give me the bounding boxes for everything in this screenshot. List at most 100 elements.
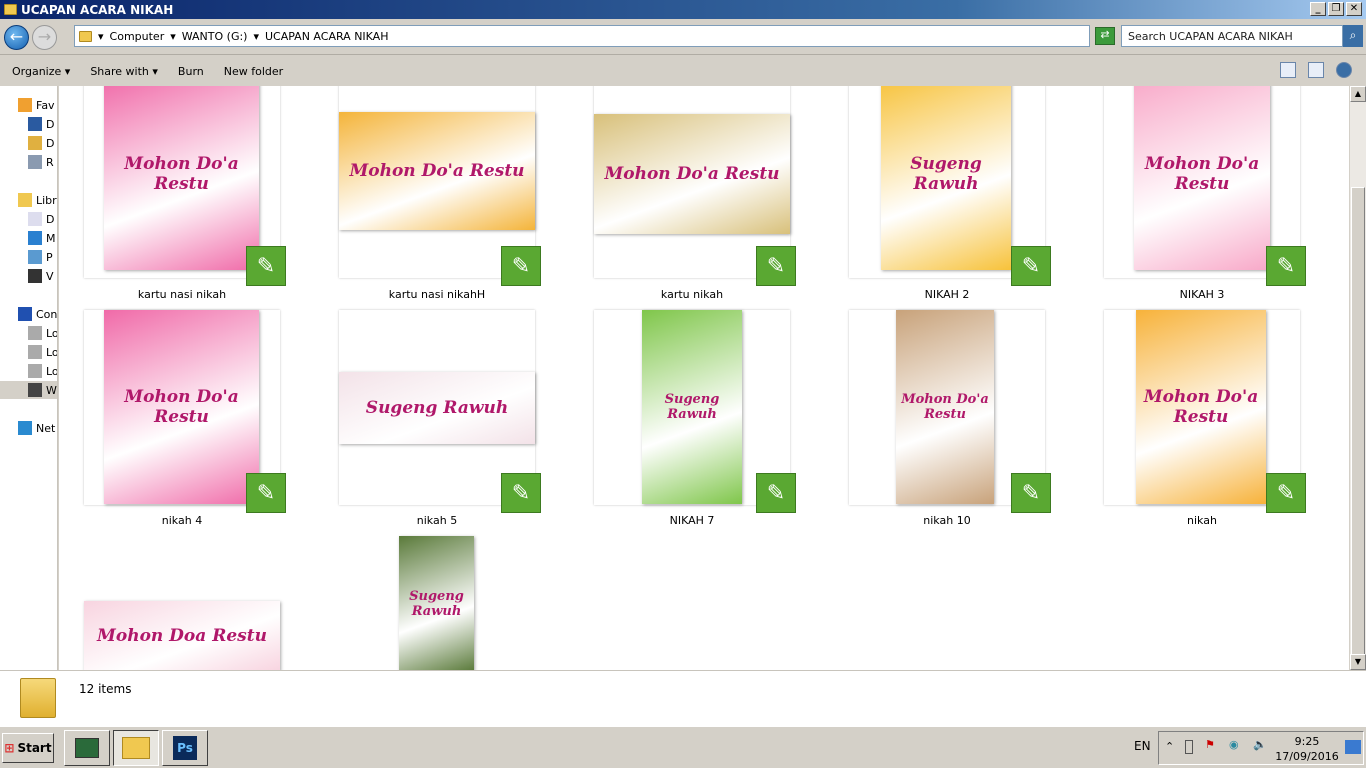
desktop-icon <box>28 117 42 131</box>
taskbar-computer-button[interactable] <box>64 730 110 766</box>
sidebar-item[interactable]: Fav <box>0 96 57 114</box>
thumbnail-text: Mohon Do'a Restu <box>349 161 525 181</box>
chevron-icon[interactable]: ▾ <box>170 30 176 43</box>
details-pane: 12 items <box>0 670 1366 726</box>
window-title: UCAPAN ACARA NIKAH <box>21 2 174 17</box>
thumbnail-text: Mohon Do'a Restu <box>1143 387 1259 427</box>
sidebar-item-label: Fav <box>36 98 55 112</box>
sidebar-item[interactable]: Lo <box>0 362 57 380</box>
sidebar-item[interactable]: D <box>0 115 57 133</box>
recent-places-icon <box>28 155 42 169</box>
title-bar: UCAPAN ACARA NIKAH _ ❐ ✕ <box>0 0 1366 19</box>
sidebar-item-label: Net <box>36 421 56 435</box>
file-thumbnail[interactable]: Sugeng Rawuh <box>399 536 474 670</box>
star-icon <box>18 98 32 112</box>
preview-pane-icon[interactable] <box>1308 62 1324 78</box>
sidebar-item[interactable]: Libr <box>0 191 57 209</box>
search-input[interactable]: Search UCAPAN ACARA NIKAH <box>1121 25 1343 47</box>
file-thumbnail[interactable]: Mohon Doa Restu <box>84 601 280 670</box>
action-center-icon[interactable]: ⚑ <box>1205 738 1215 751</box>
file-thumbnail[interactable]: Mohon Do'a Restu <box>594 114 790 234</box>
sidebar-item[interactable]: P <box>0 248 57 266</box>
sidebar-item[interactable]: V <box>0 267 57 285</box>
taskbar: ⊞ Start Ps EN ⌃ ⚑ ◉ 🔈 9:25 17/09/2016 <box>0 726 1366 768</box>
help-icon[interactable] <box>1336 62 1352 78</box>
sidebar-item[interactable]: M <box>0 229 57 247</box>
taskbar-photoshop-button[interactable]: Ps <box>162 730 208 766</box>
scroll-down-button[interactable]: ▼ <box>1350 654 1366 670</box>
network-icon <box>18 421 32 435</box>
sidebar-item[interactable]: Lo <box>0 343 57 361</box>
start-label: Start <box>17 741 52 755</box>
thumbnail-text: Sugeng Rawuh <box>409 588 464 619</box>
network-icon[interactable]: ◉ <box>1229 738 1239 751</box>
taskbar-explorer-button[interactable] <box>113 730 159 766</box>
scroll-thumb[interactable] <box>1351 187 1365 672</box>
folder-icon <box>20 678 56 718</box>
battery-icon[interactable] <box>1185 740 1193 754</box>
sidebar-item[interactable]: Lo <box>0 324 57 342</box>
close-button[interactable]: ✕ <box>1346 2 1362 16</box>
file-thumbnail[interactable]: Mohon Do'a Restu <box>1136 310 1266 504</box>
command-bar: Organize ▾ Share with ▾ Burn New folder <box>0 56 1366 86</box>
forward-button[interactable]: → <box>32 25 57 50</box>
show-hidden-icons-icon[interactable]: ⌃ <box>1165 740 1174 753</box>
sidebar-item-label: M <box>46 231 56 245</box>
sidebar-item[interactable]: Net <box>0 419 57 437</box>
clock[interactable]: 9:25 17/09/2016 <box>1271 734 1343 764</box>
file-name: nikah 4 <box>161 514 203 527</box>
volume-icon[interactable]: 🔈 <box>1253 738 1267 751</box>
sidebar-item-label: V <box>46 269 54 283</box>
file-thumbnail[interactable]: Sugeng Rawuh <box>881 86 1011 270</box>
minimize-button[interactable]: _ <box>1310 2 1326 16</box>
sidebar-item[interactable]: D <box>0 210 57 228</box>
sidebar-item-label: R <box>46 155 54 169</box>
file-thumbnail[interactable]: Sugeng Rawuh <box>339 372 535 444</box>
vertical-scrollbar[interactable]: ▲ ▼ <box>1350 86 1366 672</box>
maximize-button[interactable]: ❐ <box>1328 2 1344 16</box>
file-thumbnail[interactable]: Mohon Do'a Restu <box>339 112 535 230</box>
show-desktop-icon[interactable] <box>1345 740 1361 754</box>
breadcrumb-drive[interactable]: WANTO (G:) <box>182 30 248 43</box>
coreldraw-icon: ✎ <box>246 473 286 513</box>
sidebar-item[interactable]: W <box>0 381 57 399</box>
language-indicator[interactable]: EN <box>1134 739 1151 753</box>
file-thumbnail[interactable]: Mohon Do'a Restu <box>896 310 994 504</box>
breadcrumb-folder[interactable]: UCAPAN ACARA NIKAH <box>265 30 388 43</box>
sidebar-item[interactable]: R <box>0 153 57 171</box>
start-button[interactable]: ⊞ Start <box>2 733 54 763</box>
file-thumbnail[interactable]: Sugeng Rawuh <box>642 310 742 504</box>
chevron-icon[interactable]: ▾ <box>98 30 104 43</box>
organize-button[interactable]: Organize ▾ <box>12 65 70 78</box>
sidebar-item-label: D <box>46 212 55 226</box>
music-icon <box>28 231 42 245</box>
thumbnail-text: Mohon Do'a Restu <box>124 154 239 194</box>
removable-drive-icon <box>28 383 42 397</box>
sidebar-item-label: Con <box>36 307 58 321</box>
file-thumbnail[interactable]: Mohon Do'a Restu <box>104 86 259 270</box>
change-view-icon[interactable] <box>1280 62 1296 78</box>
local-disk-icon <box>28 326 42 340</box>
item-count: 12 items <box>79 682 132 696</box>
back-button[interactable]: ← <box>4 25 29 50</box>
sidebar-item[interactable]: D <box>0 134 57 152</box>
breadcrumb-computer[interactable]: Computer <box>110 30 165 43</box>
videos-icon <box>28 269 42 283</box>
file-thumbnail[interactable]: Mohon Do'a Restu <box>104 310 259 504</box>
sidebar-item[interactable]: Con <box>0 305 58 323</box>
windows-logo-icon: ⊞ <box>4 741 15 755</box>
address-bar[interactable]: ▾ Computer ▾ WANTO (G:) ▾ UCAPAN ACARA N… <box>74 25 1090 47</box>
organize-label: Organize <box>12 64 62 78</box>
documents-icon <box>28 212 42 226</box>
burn-button[interactable]: Burn <box>178 65 204 78</box>
chevron-icon[interactable]: ▾ <box>253 30 259 43</box>
new-folder-button[interactable]: New folder <box>224 65 283 78</box>
share-with-button[interactable]: Share with ▾ <box>90 65 158 78</box>
navigation-pane: Fav D D R Libr D M P V Con Lo Lo Lo W Net <box>0 86 58 670</box>
refresh-button[interactable]: ⇄ <box>1095 27 1115 45</box>
monitor-icon <box>75 738 99 758</box>
search-icon[interactable]: ⌕ <box>1343 25 1363 47</box>
coreldraw-icon: ✎ <box>1011 246 1051 286</box>
file-thumbnail[interactable]: Mohon Do'a Restu <box>1134 86 1270 270</box>
scroll-up-button[interactable]: ▲ <box>1350 86 1366 102</box>
